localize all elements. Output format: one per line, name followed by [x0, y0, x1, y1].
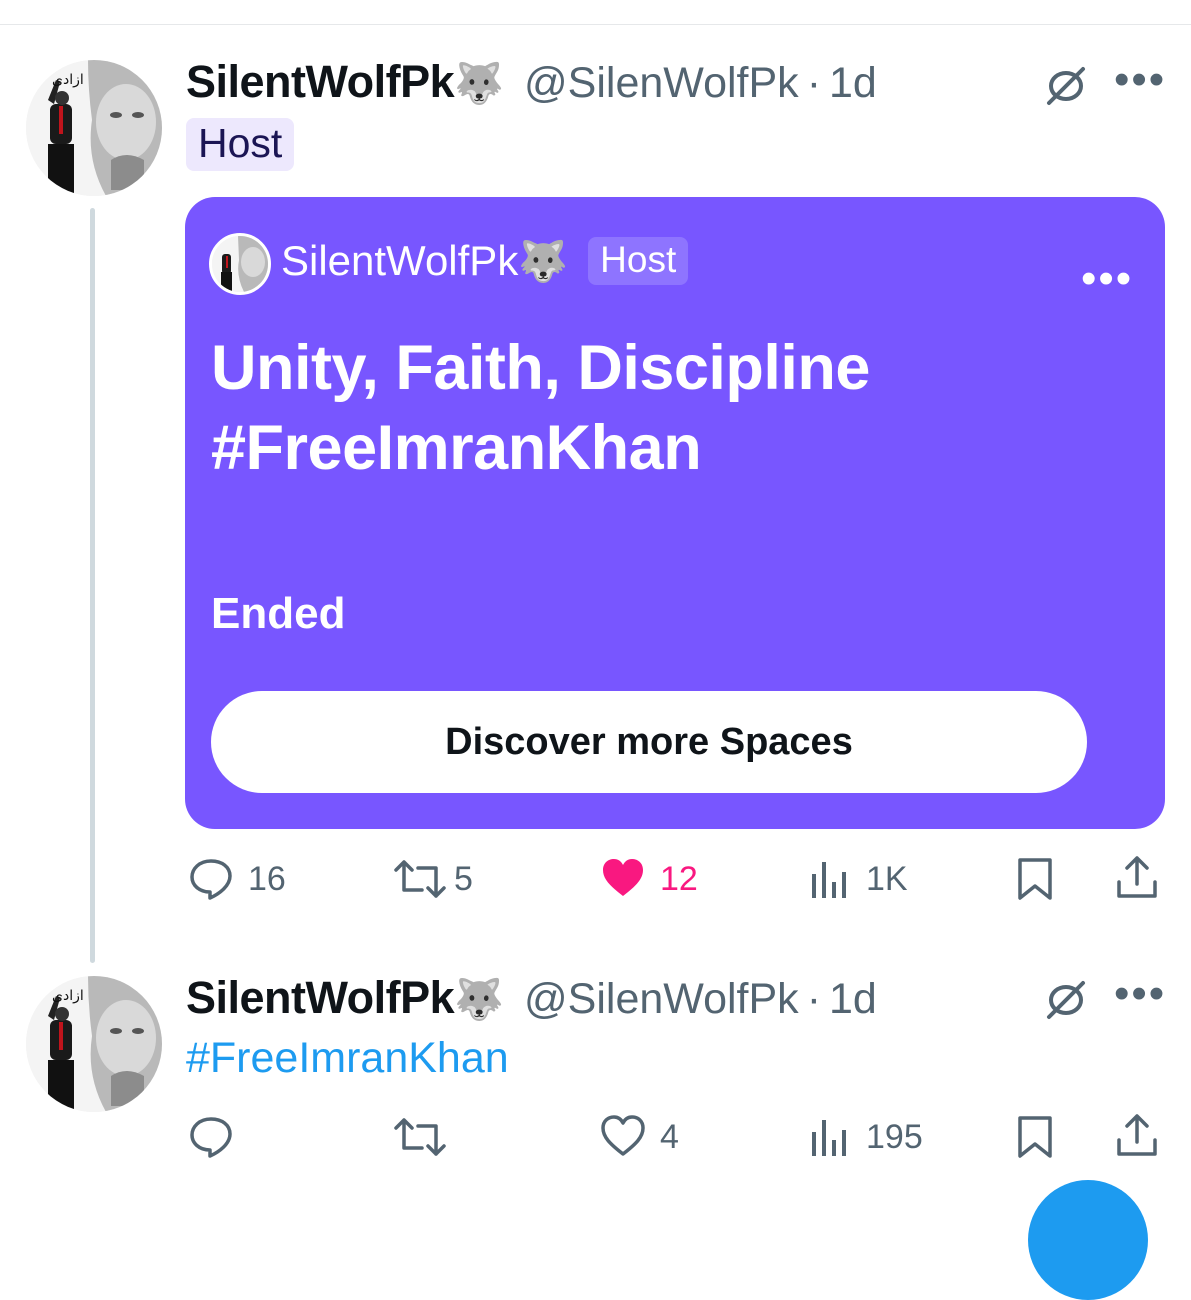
- space-wolf-emoji: 🐺: [518, 239, 569, 284]
- repost-button[interactable]: [392, 1114, 448, 1160]
- spaces-icon[interactable]: [1040, 60, 1092, 112]
- space-host-avatar: [209, 233, 271, 295]
- separator: ·: [806, 59, 822, 107]
- tweet-header: SilentWolfPk 🐺 @SilenWolfPk · 1d: [186, 56, 877, 108]
- reply-icon: [190, 1117, 232, 1158]
- timestamp[interactable]: 1d: [829, 59, 877, 108]
- more-icon[interactable]: •••: [1114, 972, 1166, 1016]
- avatar-image: ازادی: [26, 60, 162, 196]
- space-host-name: SilentWolfPk: [281, 237, 519, 284]
- wolf-emoji: 🐺: [454, 62, 505, 106]
- reply-button[interactable]: 16: [188, 856, 286, 902]
- space-status: Ended: [211, 589, 346, 638]
- top-divider: [0, 24, 1191, 25]
- bookmark-icon[interactable]: [1014, 856, 1056, 907]
- share-icon[interactable]: [1114, 854, 1160, 905]
- like-count: 12: [660, 859, 698, 898]
- display-name[interactable]: SilentWolfPk: [186, 56, 455, 108]
- avatar-image: ازادی: [26, 976, 162, 1112]
- share-icon[interactable]: [1114, 1112, 1160, 1163]
- display-name[interactable]: SilentWolfPk: [186, 972, 455, 1024]
- thread-line: [90, 208, 95, 963]
- discover-spaces-button[interactable]: Discover more Spaces: [211, 691, 1087, 793]
- more-icon[interactable]: •••: [1114, 58, 1166, 102]
- repost-icon: [394, 860, 446, 898]
- views-count: 1K: [866, 859, 908, 898]
- bookmark-icon[interactable]: [1014, 1114, 1056, 1165]
- views-icon: [812, 1120, 846, 1156]
- space-title: Unity, Faith, Discipline #FreeImranKhan: [211, 328, 870, 488]
- reply-button[interactable]: [188, 1114, 234, 1160]
- handle[interactable]: @SilenWolfPk: [524, 975, 799, 1024]
- space-card[interactable]: SilentWolfPk 🐺 Host ••• Unity, Faith, Di…: [185, 197, 1165, 829]
- host-badge: Host: [186, 118, 295, 171]
- views-button[interactable]: 195: [808, 1114, 923, 1160]
- space-title-line2: #FreeImranKhan: [211, 413, 702, 483]
- handle[interactable]: @SilenWolfPk: [524, 59, 799, 108]
- reply-icon: [190, 859, 232, 900]
- space-title-line1: Unity, Faith, Discipline: [211, 333, 870, 403]
- space-more-icon[interactable]: •••: [1081, 257, 1133, 301]
- repost-button[interactable]: 5: [392, 856, 473, 902]
- timestamp[interactable]: 1d: [829, 975, 877, 1024]
- compose-button[interactable]: [1028, 1180, 1148, 1300]
- views-icon: [812, 862, 846, 898]
- views-count: 195: [866, 1117, 923, 1156]
- svg-text:ازادی: ازادی: [52, 72, 84, 88]
- tweet-header: SilentWolfPk 🐺 @SilenWolfPk · 1d: [186, 972, 877, 1024]
- like-button[interactable]: 12: [600, 856, 698, 902]
- repost-icon: [394, 1118, 446, 1156]
- wolf-emoji: 🐺: [454, 978, 505, 1022]
- repost-count: 5: [454, 859, 473, 898]
- avatar[interactable]: ازادی: [26, 60, 162, 196]
- like-icon: [601, 1115, 645, 1156]
- like-icon-filled: [603, 859, 643, 896]
- space-host-row: SilentWolfPk 🐺 Host: [281, 237, 689, 285]
- like-count: 4: [660, 1117, 679, 1156]
- tweet-text-hashtag[interactable]: #FreeImranKhan: [186, 1034, 509, 1083]
- reply-count: 16: [248, 859, 286, 898]
- svg-text:ازادی: ازادی: [52, 988, 84, 1004]
- avatar[interactable]: ازادی: [26, 976, 162, 1112]
- space-host-badge: Host: [588, 237, 689, 285]
- like-button[interactable]: 4: [600, 1114, 679, 1160]
- separator: ·: [806, 975, 822, 1023]
- spaces-icon[interactable]: [1040, 974, 1092, 1026]
- views-button[interactable]: 1K: [808, 856, 908, 902]
